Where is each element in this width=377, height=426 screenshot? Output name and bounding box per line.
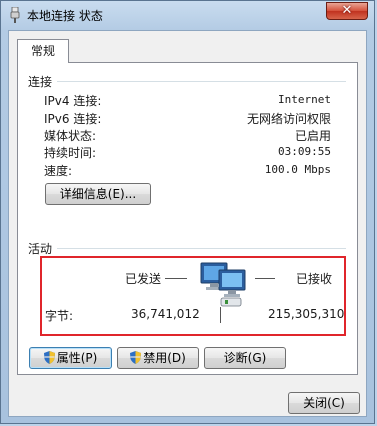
activity-section-label: 活动 (28, 242, 53, 256)
network-adapter-icon (10, 7, 20, 23)
network-computers-icon (200, 262, 246, 307)
diagnose-button[interactable]: 诊断(G) (204, 347, 286, 369)
ipv4-value: Internet (278, 93, 331, 106)
uac-shield-icon (130, 351, 142, 364)
received-label: 已接收 (296, 272, 333, 286)
activity-divider-bar (220, 307, 221, 323)
ipv4-label: IPv4 连接: (44, 94, 102, 108)
properties-button-label: 属性(P) (56, 351, 98, 365)
details-button[interactable]: 详细信息(E)... (45, 183, 151, 205)
uac-shield-icon (43, 351, 55, 364)
close-icon: ✕ (341, 3, 353, 18)
sent-dash (165, 278, 187, 279)
title-bar: 本地连接 状态 ✕ (1, 1, 374, 29)
speed-value: 100.0 Mbps (264, 163, 331, 176)
speed-label: 速度: (44, 164, 73, 178)
bytes-sent-value: 36,741,012 (131, 307, 200, 321)
media-state-value: 已启用 (294, 129, 331, 143)
received-dash (255, 278, 275, 279)
connection-divider (57, 81, 346, 82)
media-state-label: 媒体状态: (44, 129, 97, 143)
activity-divider (57, 248, 346, 249)
bytes-label: 字节: (45, 309, 74, 323)
disable-button-label: 禁用(D) (143, 351, 186, 365)
duration-label: 持续时间: (44, 146, 97, 160)
properties-button[interactable]: 属性(P) (29, 347, 112, 369)
activity-highlight-box (40, 256, 346, 336)
tab-general[interactable]: 常规 (17, 39, 69, 63)
connection-section-label: 连接 (28, 75, 53, 89)
close-button[interactable]: 关闭(C) (288, 392, 360, 414)
duration-value: 03:09:55 (278, 145, 331, 158)
close-window-button[interactable]: ✕ (326, 2, 368, 20)
ipv6-value: 无网络访问权限 (246, 112, 331, 126)
status-window: 本地连接 状态 ✕ 常规 连接 IPv4 连接: Internet IPv6 连… (0, 0, 375, 424)
window-title: 本地连接 状态 (27, 9, 103, 23)
bytes-received-value: 215,305,310 (268, 307, 345, 321)
disable-button[interactable]: 禁用(D) (117, 347, 199, 369)
ipv6-label: IPv6 连接: (44, 112, 102, 126)
sent-label: 已发送 (125, 272, 162, 286)
